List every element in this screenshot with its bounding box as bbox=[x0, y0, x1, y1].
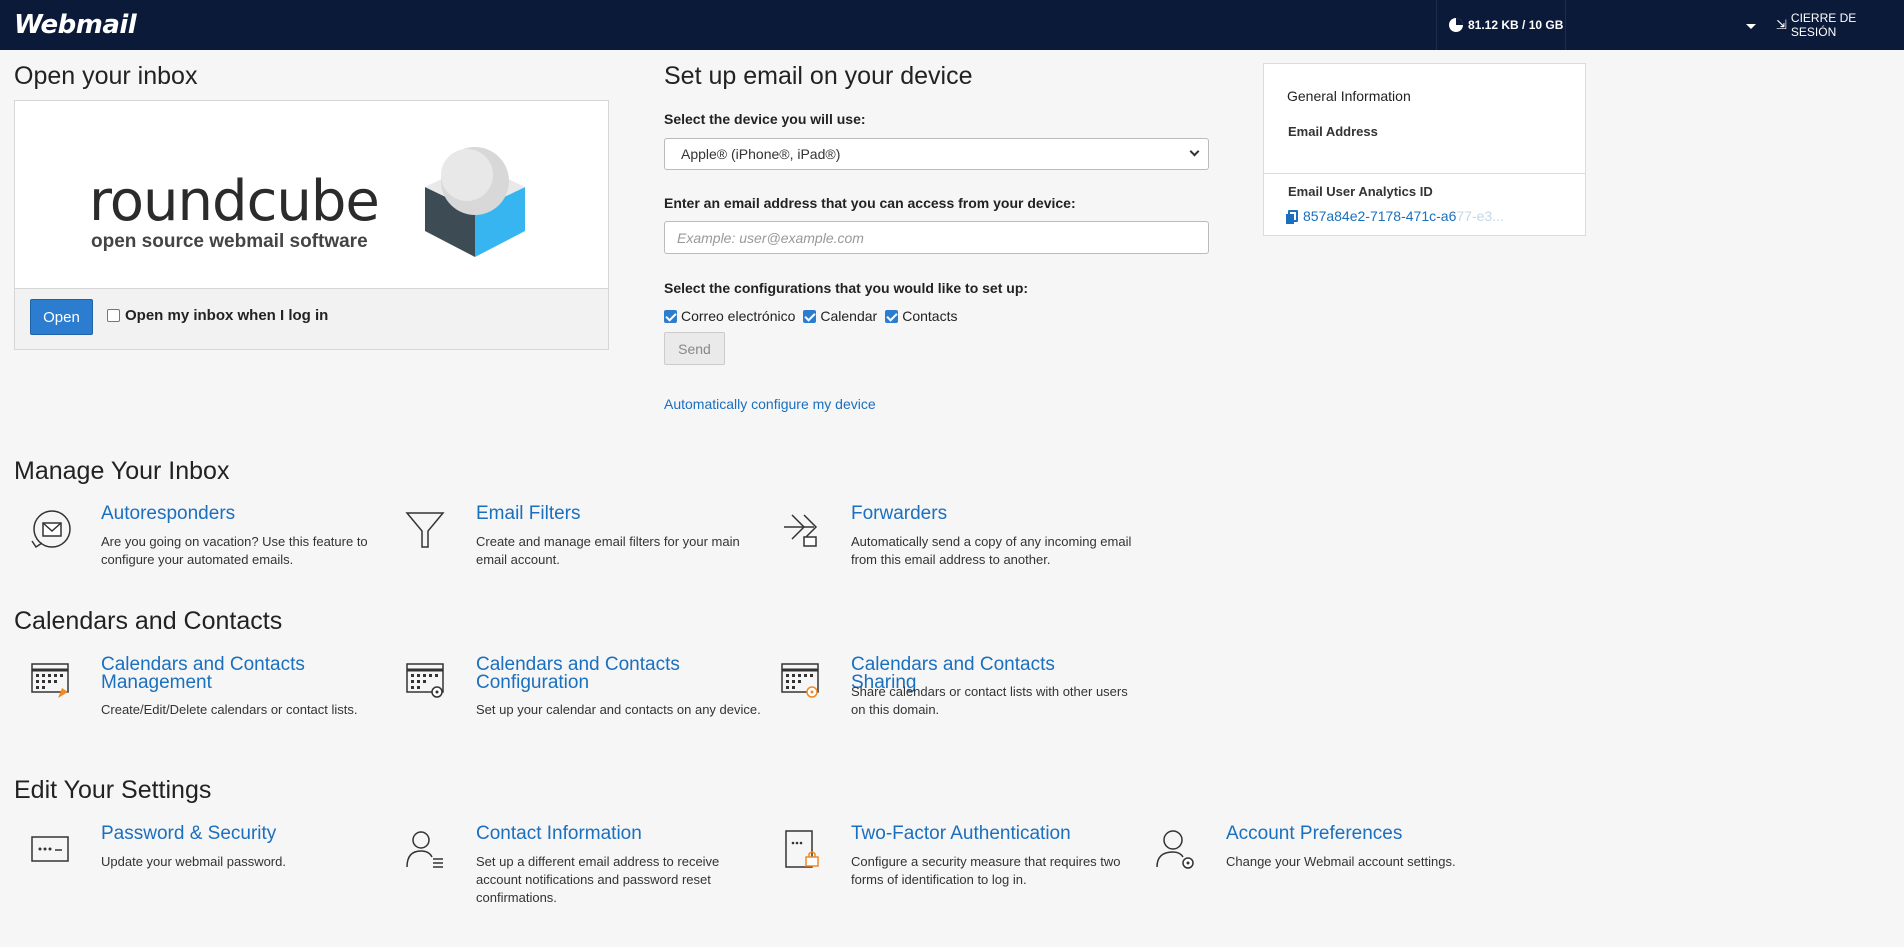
config-calendar-label: Calendar bbox=[820, 308, 878, 324]
calendar-edit-icon bbox=[31, 663, 69, 698]
config-contacts-label: Contacts bbox=[902, 308, 958, 324]
logout-button[interactable]: ⇲ CIERRE DE SESIÓN bbox=[1776, 0, 1904, 50]
auto-configure-link[interactable]: Automatically configure my device bbox=[664, 396, 876, 412]
divider bbox=[1264, 173, 1585, 174]
open-inbox-button[interactable]: Open bbox=[30, 299, 93, 335]
logout-icon: ⇲ bbox=[1776, 17, 1787, 32]
email-address-label: Email Address bbox=[1288, 124, 1378, 139]
calendars-configuration-desc: Set up your calendar and contacts on any… bbox=[476, 702, 761, 717]
autoresponders-desc: Are you going on vacation? Use this feat… bbox=[101, 534, 368, 567]
email-filters-desc: Create and manage email filters for your… bbox=[476, 534, 740, 567]
webmail-logo[interactable]: Webmail bbox=[14, 10, 137, 40]
chevron-down-icon[interactable] bbox=[1746, 24, 1756, 29]
filter-icon bbox=[405, 512, 445, 548]
pie-chart-icon bbox=[1449, 18, 1463, 32]
inbox-heading: Open your inbox bbox=[14, 62, 198, 90]
auto-open-checkbox[interactable]: Open my inbox when I log in bbox=[107, 307, 328, 324]
copy-icon[interactable] bbox=[1286, 210, 1298, 224]
forward-icon bbox=[784, 514, 818, 547]
email-label: Enter an email address that you can acce… bbox=[664, 195, 1076, 211]
roundcube-panel: roundcube open source webmail software O… bbox=[14, 100, 609, 350]
device-heading: Set up email on your device bbox=[664, 62, 973, 90]
checkbox-checked[interactable] bbox=[885, 309, 899, 323]
password-security-desc: Update your webmail password. bbox=[101, 854, 286, 869]
calendars-management-title[interactable]: Calendars and Contacts Management bbox=[101, 655, 358, 692]
logout-label: CIERRE DE SESIÓN bbox=[1790, 11, 1857, 39]
checkbox-checked[interactable] bbox=[803, 309, 817, 323]
general-info-title: General Information bbox=[1287, 88, 1411, 104]
auto-open-label: Open my inbox when I log in bbox=[125, 307, 329, 324]
roundcube-cube-icon bbox=[425, 147, 525, 257]
calendars-management-desc: Create/Edit/Delete calendars or contact … bbox=[101, 702, 358, 717]
forwarders-title[interactable]: Forwarders bbox=[851, 504, 947, 523]
contact-icon bbox=[406, 831, 443, 868]
account-preferences-icon bbox=[1156, 830, 1194, 869]
device-select-value: Apple® (iPhone®, iPad®) bbox=[681, 146, 841, 162]
autoresponder-icon bbox=[31, 510, 71, 549]
account-preferences-title[interactable]: Account Preferences bbox=[1226, 824, 1402, 843]
config-calendar-checkbox[interactable]: Calendar bbox=[803, 308, 877, 324]
calendars-configuration-title[interactable]: Calendars and Contacts Configuration bbox=[476, 655, 733, 692]
chevron-down-icon bbox=[1189, 146, 1200, 157]
email-filters-title[interactable]: Email Filters bbox=[476, 504, 581, 523]
settings-heading: Edit Your Settings bbox=[14, 776, 212, 804]
calendar-config-icon bbox=[406, 663, 444, 698]
disk-usage[interactable]: 81.12 KB / 10 GB bbox=[1436, 0, 1566, 50]
two-factor-desc: Configure a security measure that requir… bbox=[851, 854, 1121, 887]
analytics-label: Email User Analytics ID bbox=[1288, 184, 1433, 199]
two-factor-icon bbox=[785, 830, 819, 868]
roundcube-tagline: open source webmail software bbox=[91, 231, 368, 252]
analytics-id-fade: 77-e3... bbox=[1456, 208, 1504, 224]
contact-information-desc: Set up a different email address to rece… bbox=[476, 854, 720, 905]
device-email-input[interactable]: Example: user@example.com bbox=[664, 221, 1209, 254]
device-label: Select the device you will use: bbox=[664, 111, 866, 127]
config-checkboxes: Correo electrónico Calendar Contacts bbox=[664, 308, 957, 324]
password-security-title[interactable]: Password & Security bbox=[101, 824, 276, 843]
analytics-id: 857a84e2-7178-471c-a6 bbox=[1303, 208, 1457, 224]
roundcube-wordmark: roundcube bbox=[89, 169, 380, 234]
checkbox[interactable] bbox=[107, 309, 120, 322]
device-select[interactable]: Apple® (iPhone®, iPad®) bbox=[664, 138, 1209, 170]
contact-information-title[interactable]: Contact Information bbox=[476, 824, 642, 843]
autoresponders-title[interactable]: Autoresponders bbox=[101, 504, 235, 523]
config-contacts-checkbox[interactable]: Contacts bbox=[885, 308, 957, 324]
analytics-id-link[interactable]: 857a84e2-7178-471c-a677-e3... bbox=[1286, 208, 1504, 224]
calendar-share-icon bbox=[781, 663, 819, 698]
calendars-sharing-desc: Share calendars or contact lists with ot… bbox=[851, 684, 1128, 717]
password-icon bbox=[31, 836, 69, 862]
checkbox-checked[interactable] bbox=[664, 309, 677, 323]
general-info-panel: General Information Email Address Email … bbox=[1263, 63, 1586, 236]
two-factor-title[interactable]: Two-Factor Authentication bbox=[851, 824, 1071, 843]
config-label: Select the configurations that you would… bbox=[664, 280, 1029, 296]
account-preferences-desc: Change your Webmail account settings. bbox=[1226, 854, 1456, 869]
top-bar: Webmail 81.12 KB / 10 GB ⇲ CIERRE DE SES… bbox=[0, 0, 1904, 50]
disk-usage-text: 81.12 KB / 10 GB bbox=[1468, 18, 1564, 32]
roundcube-logo[interactable]: roundcube open source webmail software bbox=[15, 101, 608, 289]
config-email-checkbox[interactable]: Correo electrónico bbox=[664, 308, 795, 324]
forwarders-desc: Automatically send a copy of any incomin… bbox=[851, 534, 1132, 567]
manage-heading: Manage Your Inbox bbox=[14, 457, 230, 485]
send-button[interactable]: Send bbox=[664, 332, 725, 365]
config-email-label: Correo electrónico bbox=[681, 308, 796, 324]
calendars-heading: Calendars and Contacts bbox=[14, 607, 283, 635]
